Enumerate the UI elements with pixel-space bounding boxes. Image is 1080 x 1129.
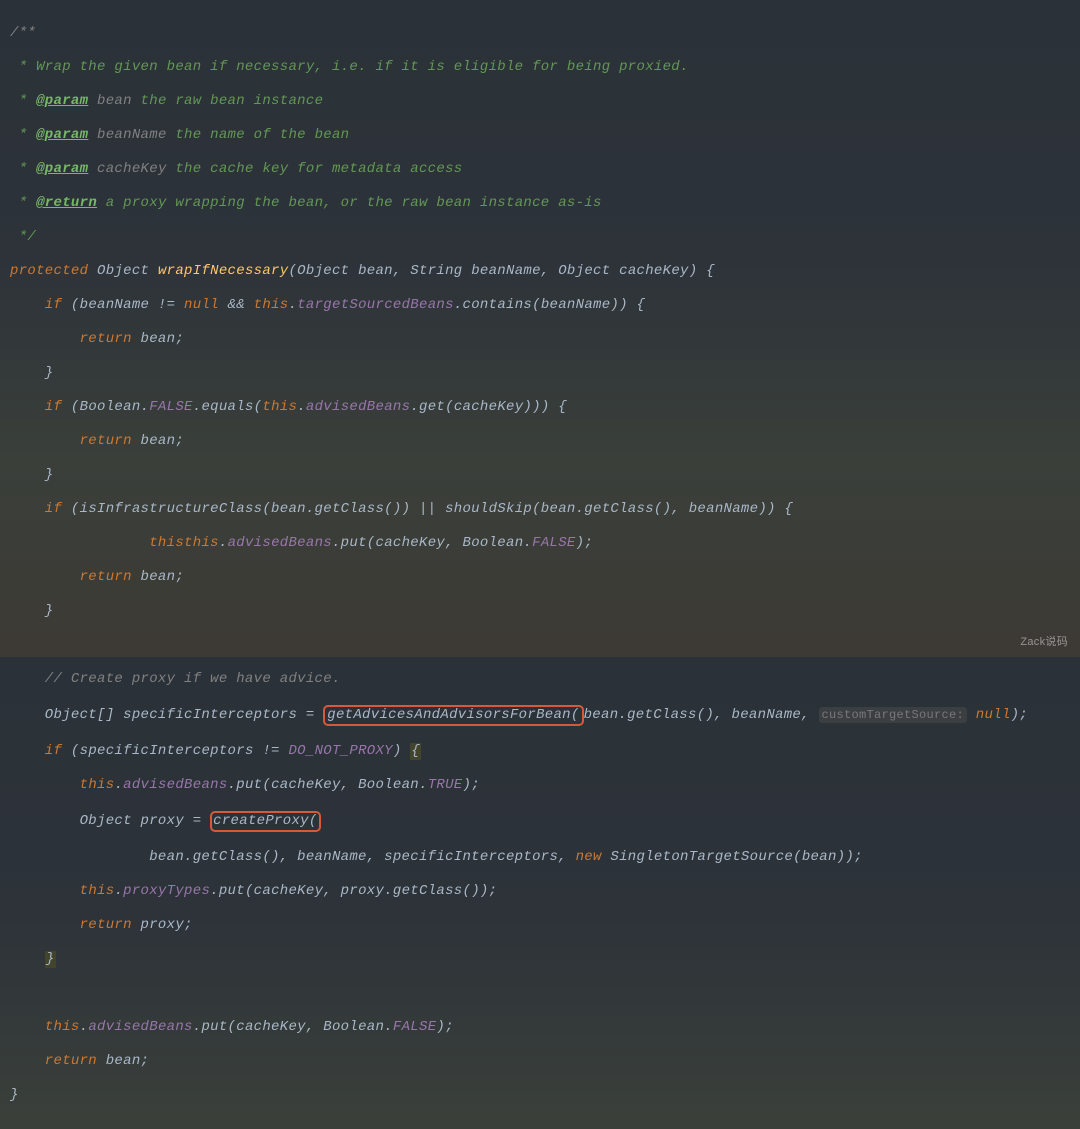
code-line: return proxy; xyxy=(10,917,1070,934)
code-line: return bean; xyxy=(10,433,1070,450)
code-line: if (beanName != null && this.targetSourc… xyxy=(10,297,1070,314)
code-line: } xyxy=(10,603,1070,620)
code-line: return bean; xyxy=(10,331,1070,348)
javadoc-line: * @param bean the raw bean instance xyxy=(10,93,1070,110)
code-line: this.proxyTypes.put(cacheKey, proxy.getC… xyxy=(10,883,1070,900)
code-line: if (Boolean.FALSE.equals(this.advisedBea… xyxy=(10,399,1070,416)
highlight-box-getAdvicesAndAdvisorsForBean: getAdvicesAndAdvisorsForBean( xyxy=(323,705,583,726)
code-line: bean.getClass(), beanName, specificInter… xyxy=(10,849,1070,866)
code-line: this.advisedBeans.put(cacheKey, Boolean.… xyxy=(10,1019,1070,1036)
javadoc-line: * @param cacheKey the cache key for meta… xyxy=(10,161,1070,178)
code-line: } xyxy=(10,1087,1070,1104)
method-signature: protected Object wrapIfNecessary(Object … xyxy=(10,263,1070,280)
javadoc-line: * @return a proxy wrapping the bean, or … xyxy=(10,195,1070,212)
javadoc-line: */ xyxy=(10,229,1070,246)
code-editor-viewport: /** * Wrap the given bean if necessary, … xyxy=(0,0,1080,1129)
code-line: return bean; xyxy=(10,569,1070,586)
code-line: } xyxy=(10,467,1070,484)
brace-match-highlight: { xyxy=(410,743,421,760)
watermark-text: Zack说码 xyxy=(1020,634,1068,651)
javadoc-line: * @param beanName the name of the bean xyxy=(10,127,1070,144)
code-line: Object[] specificInterceptors = getAdvic… xyxy=(10,705,1070,726)
parameter-hint: customTargetSource: xyxy=(819,707,968,723)
blank-line xyxy=(10,985,1070,1002)
code-line: } xyxy=(10,365,1070,382)
comment-line: // Create proxy if we have advice. xyxy=(10,671,1070,688)
brace-match-highlight: } xyxy=(45,951,56,968)
code-line: if (isInfrastructureClass(bean.getClass(… xyxy=(10,501,1070,518)
javadoc-line: /** xyxy=(10,25,1070,42)
code-line: this.advisedBeans.put(cacheKey, Boolean.… xyxy=(10,777,1070,794)
code-line: } xyxy=(10,951,1070,968)
code-line: Object proxy = createProxy( xyxy=(10,811,1070,832)
javadoc-line: * Wrap the given bean if necessary, i.e.… xyxy=(10,59,1070,76)
code-line: return bean; xyxy=(10,1053,1070,1070)
blank-line xyxy=(10,637,1070,654)
highlight-box-createProxy: createProxy( xyxy=(210,811,320,832)
code-line: thisthis.advisedBeans.put(cacheKey, Bool… xyxy=(10,535,1070,552)
code-line: if (specificInterceptors != DO_NOT_PROXY… xyxy=(10,743,1070,760)
